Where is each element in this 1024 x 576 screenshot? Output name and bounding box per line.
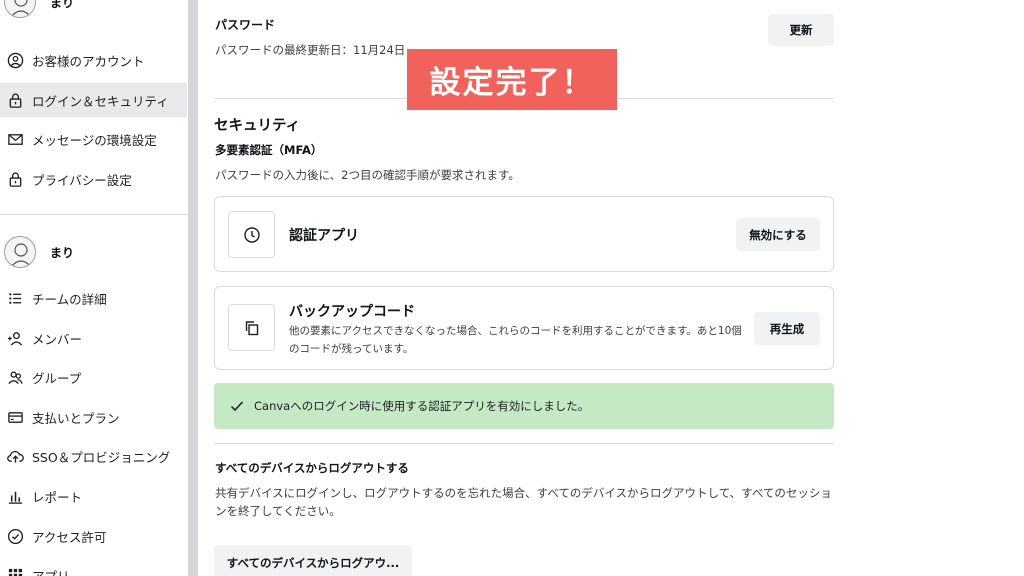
sidebar-item-label: メンバー xyxy=(32,331,83,347)
sidebar-item-messages[interactable]: メッセージの環境設定 xyxy=(0,122,187,156)
avatar xyxy=(4,0,36,18)
sidebar-item-account[interactable]: お客様のアカウント xyxy=(0,43,187,77)
sidebar-item-label: アクセス許可 xyxy=(32,529,107,545)
check-circle-icon xyxy=(7,528,24,545)
list-icon xyxy=(7,290,24,307)
backup-codes-card: バックアップコード 他の要素にアクセスできなくなった場合、これらのコードを利用す… xyxy=(214,286,834,370)
mfa-label: 多要素認証（MFA） xyxy=(215,143,323,157)
regenerate-codes-button[interactable]: 再生成 xyxy=(754,312,820,345)
sidebar-item-apps[interactable]: アプリ xyxy=(0,558,187,576)
lock-icon xyxy=(7,171,24,188)
sidebar-item-label: ログイン＆セキュリティ xyxy=(32,93,169,109)
lock-icon xyxy=(7,92,24,109)
security-title: セキュリティ xyxy=(214,118,301,134)
sidebar-item-label: グループ xyxy=(32,370,82,386)
backup-codes-description: 他の要素にアクセスできなくなった場合、これらのコードを利用することができます。あ… xyxy=(289,325,742,355)
bar-chart-icon xyxy=(7,488,24,505)
auth-app-title: 認証アプリ xyxy=(289,228,359,244)
sidebar: まり お客様のアカウント ログイン＆セキュリティ メッセージの環境設定 プライバ… xyxy=(0,0,188,576)
profile-name: まり xyxy=(50,0,75,10)
sidebar-item-reports[interactable]: レポート xyxy=(0,479,187,513)
logout-description: 共有デバイスにログインし、ログアウトするのを忘れた場合、すべてのデバイスからログ… xyxy=(215,486,832,518)
sidebar-item-privacy[interactable]: プライバシー設定 xyxy=(0,162,187,196)
mail-icon xyxy=(7,131,24,148)
section-divider xyxy=(214,443,834,444)
sidebar-item-label: お客様のアカウント xyxy=(32,53,145,69)
sidebar-item-label: 支払いとプラン xyxy=(32,410,120,426)
sidebar-item-label: チームの詳細 xyxy=(32,291,107,307)
sidebar-item-members[interactable]: メンバー xyxy=(0,321,187,355)
logout-title: すべてのデバイスからログアウトする xyxy=(215,461,409,475)
copy-icon xyxy=(228,304,275,351)
success-alert: Canvaへのログイン時に使用する認証アプリを有効にしました。 xyxy=(214,383,834,429)
sidebar-item-team-details[interactable]: チームの詳細 xyxy=(0,281,187,315)
profile-account[interactable]: まり xyxy=(4,0,74,18)
grid-icon xyxy=(7,567,24,576)
add-person-icon xyxy=(7,330,24,347)
sidebar-item-label: プライバシー設定 xyxy=(32,172,132,188)
success-message: Canvaへのログイン時に使用する認証アプリを有効にしました。 xyxy=(254,399,590,413)
mfa-description: パスワードの入力後に、2つ目の確認手順が要求されます。 xyxy=(215,168,520,182)
sidebar-item-billing[interactable]: 支払いとプラン xyxy=(0,400,187,434)
logout-all-devices-button[interactable]: すべてのデバイスからログアウ... xyxy=(214,545,412,576)
sidebar-scrollbar[interactable] xyxy=(188,0,198,576)
sidebar-item-label: メッセージの環境設定 xyxy=(32,132,157,148)
clock-icon xyxy=(228,211,275,258)
cloud-upload-icon xyxy=(7,448,24,465)
user-circle-icon xyxy=(7,52,24,69)
group-icon xyxy=(7,369,24,386)
password-updated-text: パスワードの最終更新日：11月24日 xyxy=(215,43,406,57)
sidebar-item-login-security[interactable]: ログイン＆セキュリティ xyxy=(0,83,187,117)
password-label: パスワード xyxy=(215,18,276,32)
sidebar-divider xyxy=(0,214,188,215)
credit-card-icon xyxy=(7,409,24,426)
backup-codes-title: バックアップコード xyxy=(289,304,415,320)
checkmark-icon xyxy=(230,401,244,412)
sidebar-item-groups[interactable]: グループ xyxy=(0,360,187,394)
sidebar-item-label: アプリ xyxy=(32,568,70,576)
sidebar-item-permissions[interactable]: アクセス許可 xyxy=(0,519,187,553)
sidebar-item-sso[interactable]: SSO＆プロビジョニング xyxy=(0,439,187,473)
disable-auth-app-button[interactable]: 無効にする xyxy=(736,218,820,251)
profile-name: まり xyxy=(50,245,75,260)
sidebar-item-label: SSO＆プロビジョニング xyxy=(32,449,171,465)
update-password-button[interactable]: 更新 xyxy=(768,14,834,46)
avatar xyxy=(4,236,36,268)
sidebar-item-label: レポート xyxy=(32,489,83,505)
completion-banner: 設定完了！ xyxy=(407,49,617,110)
profile-team[interactable]: まり xyxy=(4,236,74,268)
auth-app-card: 認証アプリ 無効にする xyxy=(214,196,834,272)
